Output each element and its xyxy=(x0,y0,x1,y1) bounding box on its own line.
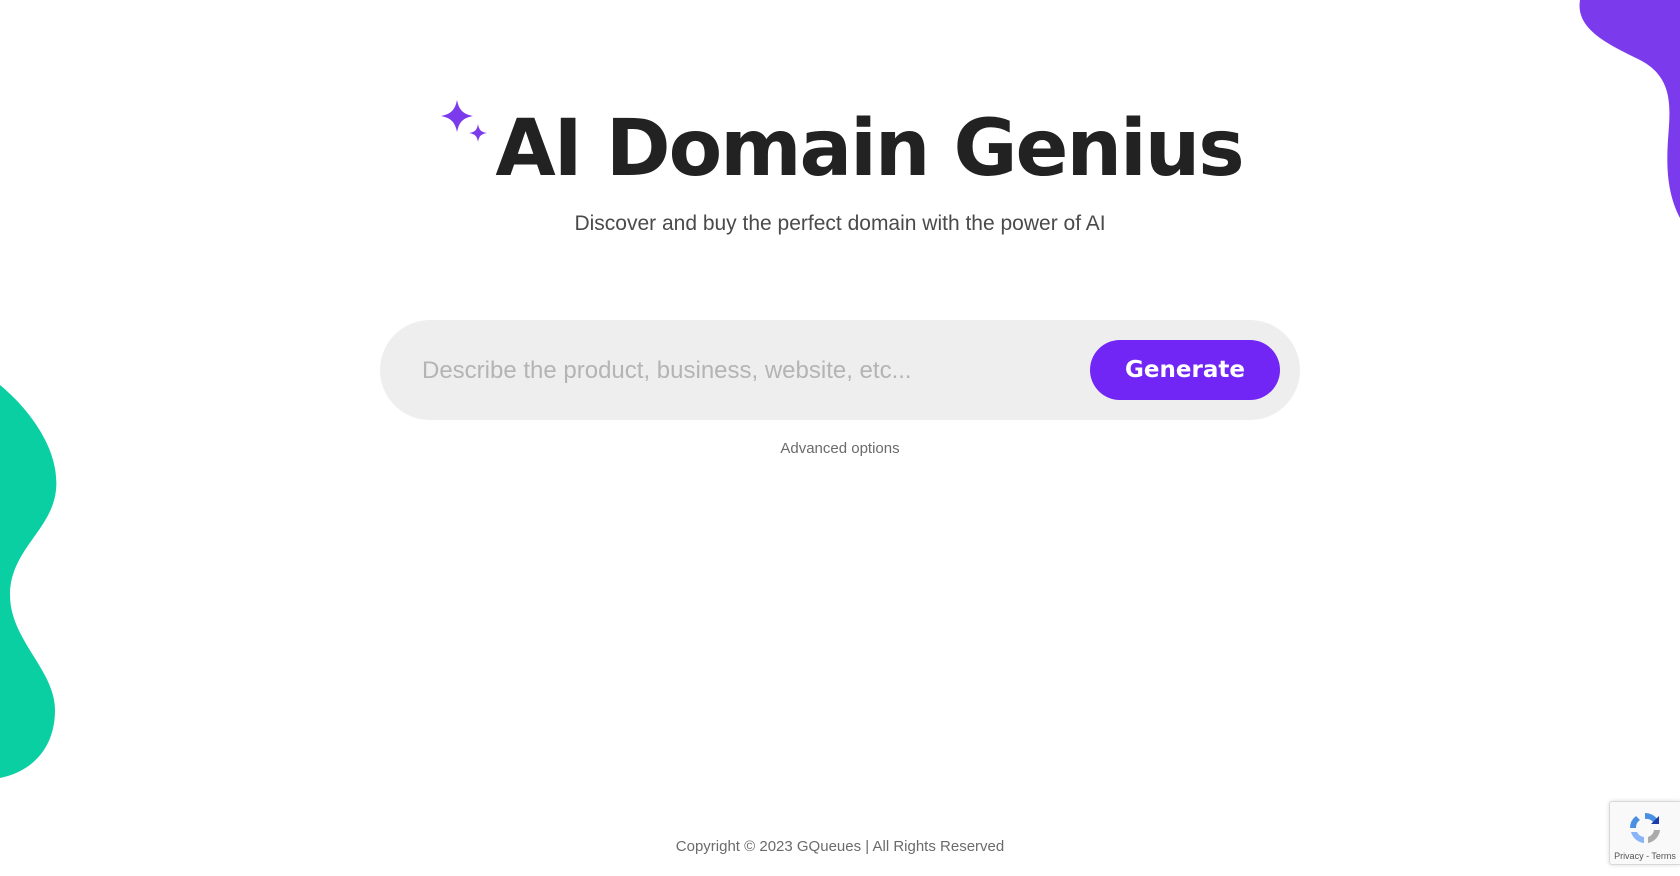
recaptcha-privacy-link[interactable]: Privacy xyxy=(1614,851,1644,861)
search-input[interactable] xyxy=(420,340,1044,402)
hero-section: AI Domain Genius Discover and buy the pe… xyxy=(0,96,1680,236)
advanced-options-link[interactable]: Advanced options xyxy=(0,440,1680,457)
footer-copyright: Copyright © 2023 GQueues | All Rights Re… xyxy=(675,838,1005,855)
generate-button[interactable]: Generate xyxy=(1090,340,1280,400)
recaptcha-logo-icon xyxy=(1630,812,1660,843)
page-subtitle: Discover and buy the perfect domain with… xyxy=(574,212,1106,235)
recaptcha-links: Privacy - Terms xyxy=(1610,851,1680,861)
title-row: AI Domain Genius xyxy=(437,96,1245,194)
recaptcha-badge[interactable]: Privacy - Terms xyxy=(1609,801,1680,865)
sparkle-icon xyxy=(441,100,488,142)
page-title: AI Domain Genius xyxy=(495,104,1244,194)
search-bar: Generate xyxy=(380,320,1300,420)
recaptcha-terms-link[interactable]: Terms xyxy=(1651,851,1676,861)
